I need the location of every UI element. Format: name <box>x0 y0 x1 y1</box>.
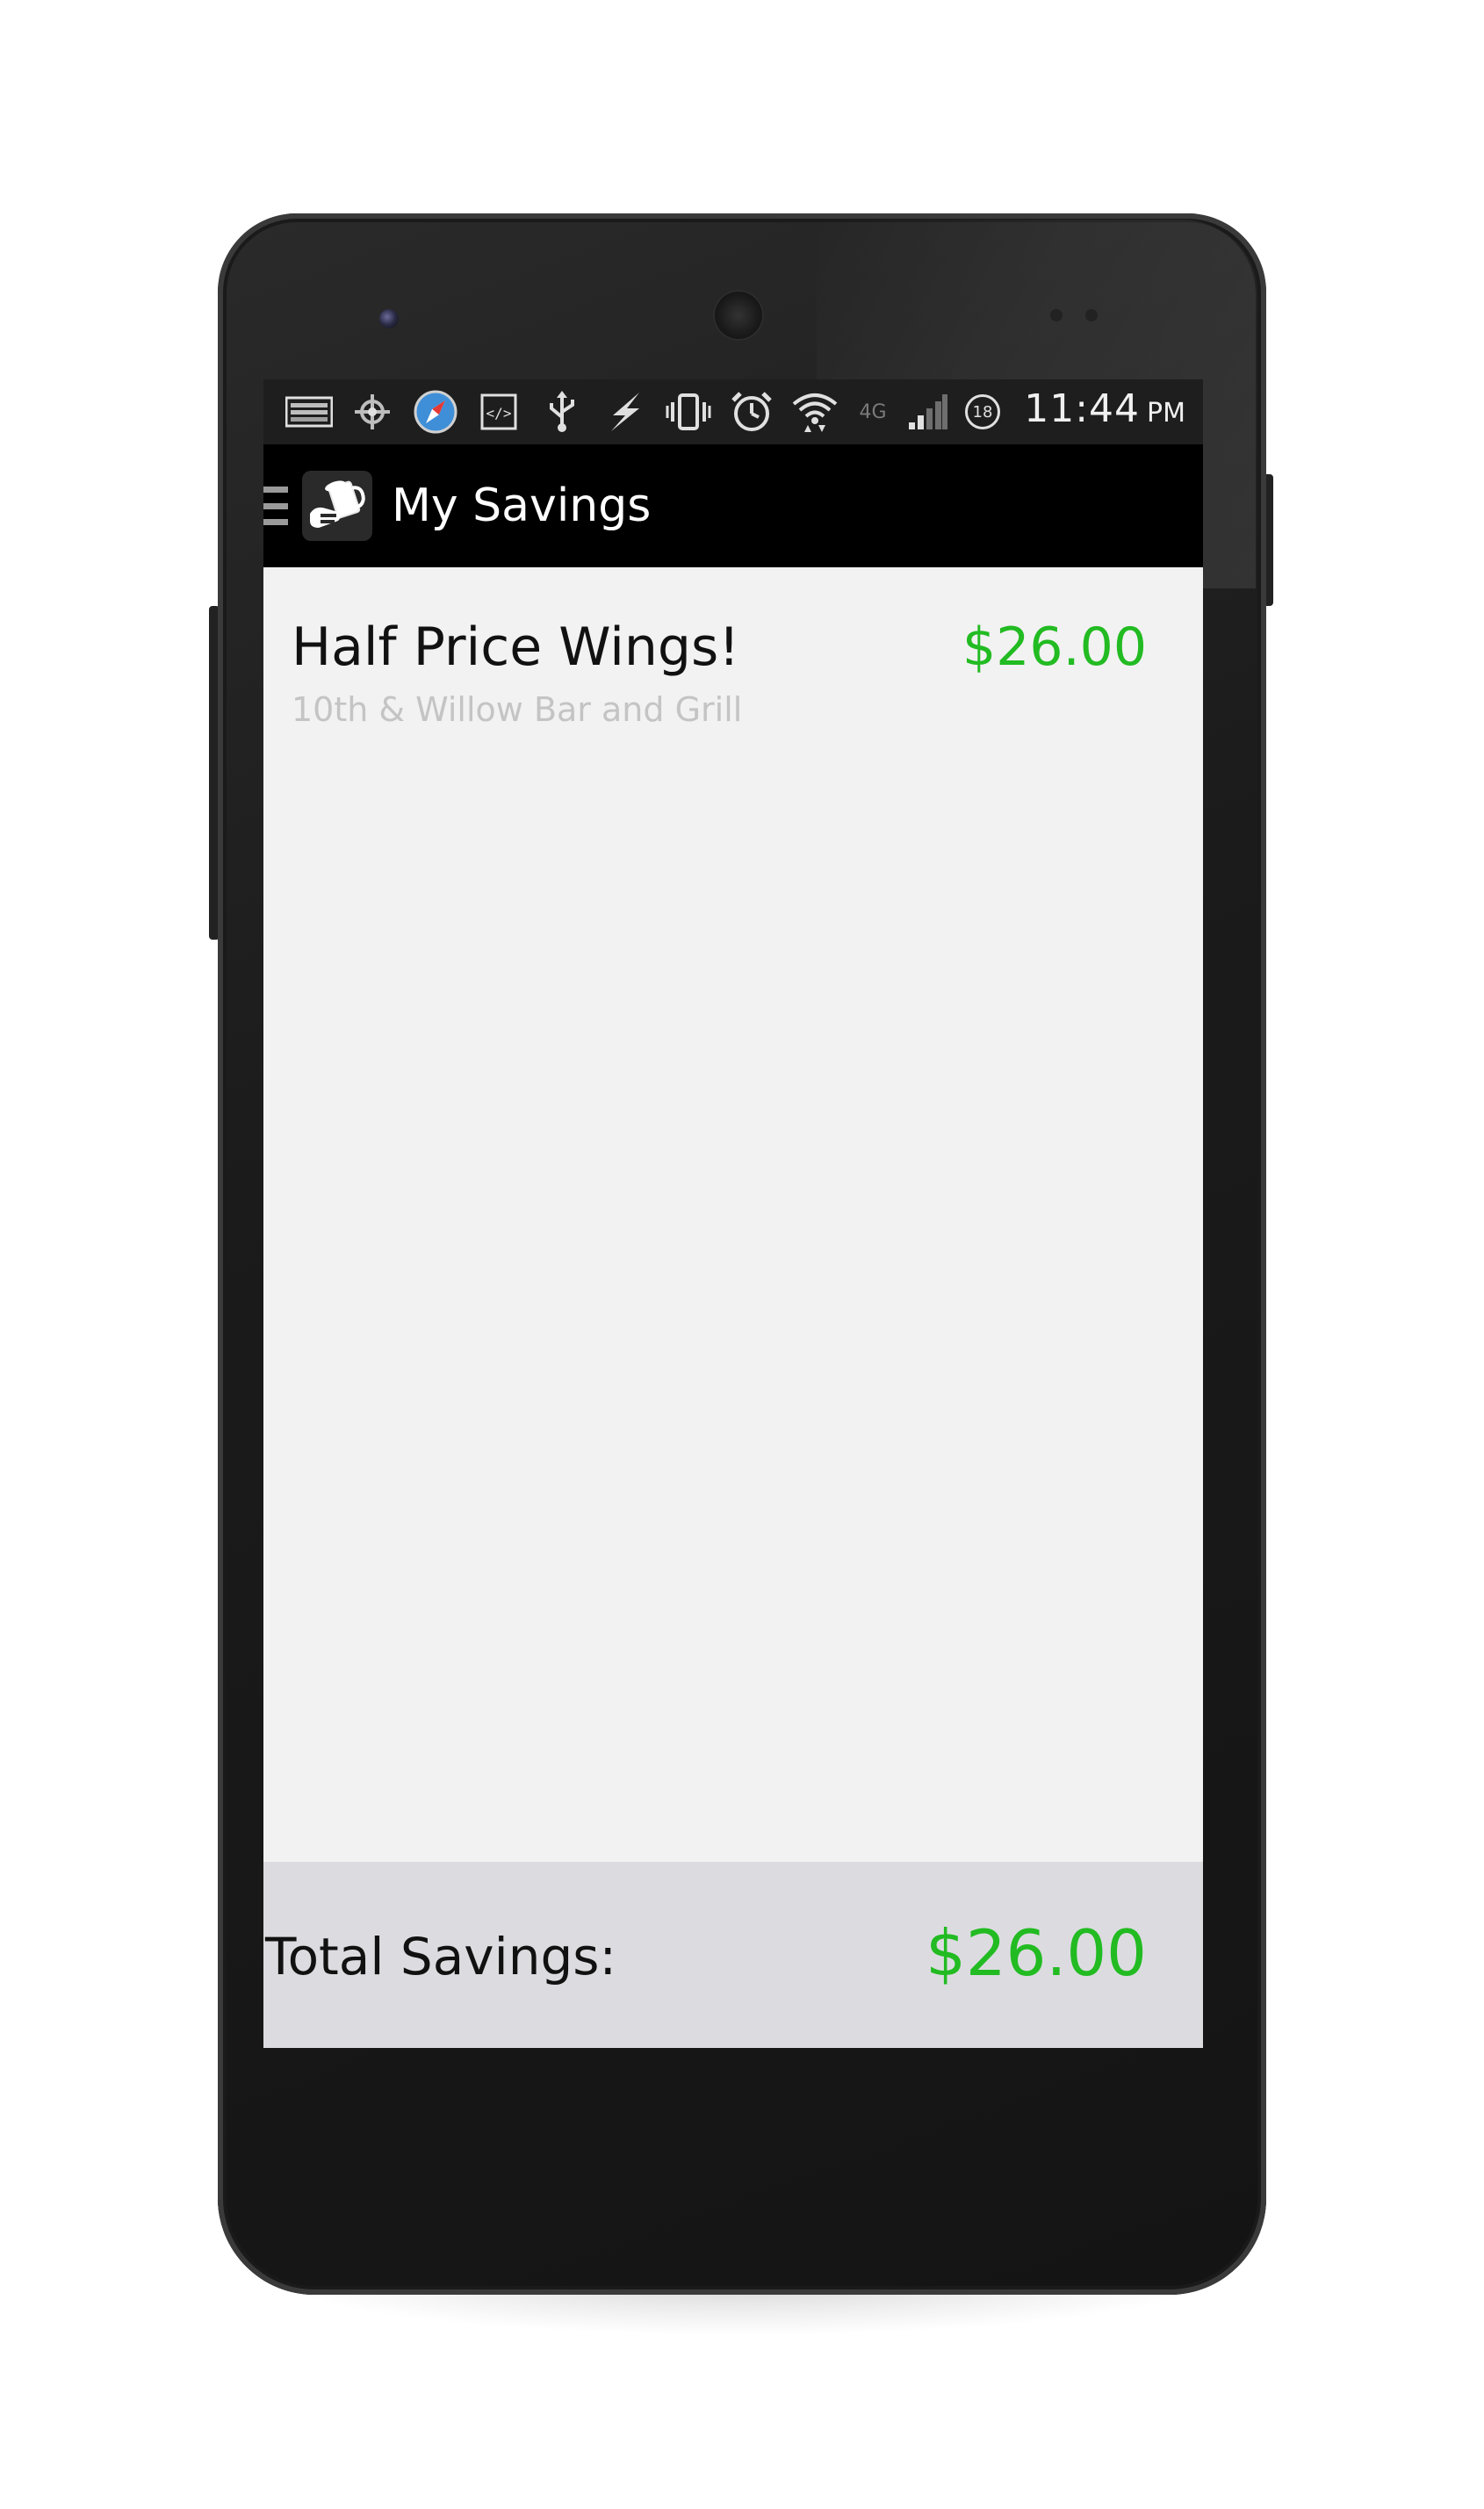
total-savings-value: $26.00 <box>926 1916 1147 1990</box>
deal-title: Half Price Wings! <box>292 616 740 678</box>
page-title: My Savings <box>392 479 652 532</box>
clock-ampm: PM <box>1147 398 1185 429</box>
action-bar: My Savings <box>263 444 1203 567</box>
deal-amount: $26.00 <box>962 616 1147 678</box>
usb-icon <box>537 390 587 434</box>
status-icons: </> 4G 18 <box>285 390 1003 434</box>
alarm-icon <box>727 390 776 434</box>
menu-icon[interactable] <box>263 487 290 525</box>
gps-icon <box>348 390 397 434</box>
notification-count-badge: 18 <box>965 394 1000 429</box>
network-4g-icon: 4G <box>854 390 892 434</box>
notification-count: 18 <box>972 402 993 422</box>
phone-screen: </> 4G 18 11:44 PM My Savings Half Price… <box>263 379 1203 2048</box>
earpiece-speaker <box>713 290 764 341</box>
keyboard-icon <box>285 390 334 434</box>
clock-time: 11:44 <box>1024 386 1141 431</box>
deal-venue: 10th & Willow Bar and Grill <box>292 690 743 729</box>
total-savings-label: Total Savings: <box>265 1927 617 1986</box>
mockup-stage: </> 4G 18 11:44 PM My Savings Half Price… <box>0 0 1484 2509</box>
list-item[interactable]: Half Price Wings! 10th & Willow Bar and … <box>263 567 1203 743</box>
svg-text:</>: </> <box>486 405 512 422</box>
proximity-sensor <box>1050 309 1063 321</box>
network-type-label: 4G <box>859 400 887 423</box>
light-sensor <box>1085 309 1098 321</box>
compass-icon <box>411 390 460 434</box>
status-clock: 11:44 PM <box>1024 386 1185 437</box>
signal-icon <box>906 390 948 434</box>
beer-mug-icon[interactable] <box>302 471 372 541</box>
flash-icon <box>601 390 650 434</box>
notification-count-icon: 18 <box>962 390 1003 434</box>
total-savings-footer: Total Savings: $26.00 <box>263 1862 1203 2048</box>
vibrate-icon <box>664 390 713 434</box>
wifi-icon <box>790 390 839 434</box>
status-bar: </> 4G 18 11:44 PM <box>263 379 1203 444</box>
savings-list: Half Price Wings! 10th & Willow Bar and … <box>263 567 1203 1862</box>
front-camera <box>379 309 399 328</box>
code-icon: </> <box>474 390 523 434</box>
